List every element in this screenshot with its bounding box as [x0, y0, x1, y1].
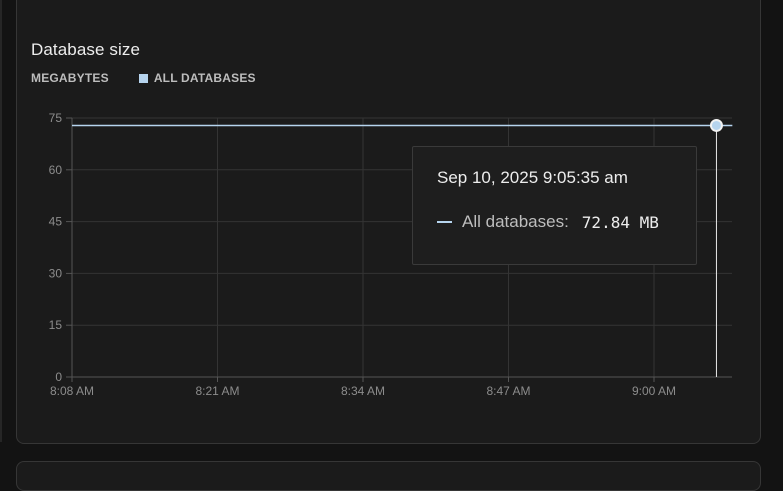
y-tick-label: 60	[49, 163, 63, 177]
tooltip-series-label: All databases:	[462, 212, 569, 231]
y-tick-label: 0	[55, 370, 62, 384]
x-tick-label: 8:21 AM	[195, 384, 239, 398]
tooltip-value: 72.84 MB	[581, 212, 659, 232]
x-tick-label: 8:34 AM	[341, 384, 385, 398]
hover-point	[709, 118, 723, 132]
tooltip-timestamp: Sep 10, 2025 9:05:35 am	[437, 168, 628, 187]
y-tick-label: 45	[49, 215, 63, 229]
x-tick-label: 8:47 AM	[486, 384, 530, 398]
x-tick-label: 9:00 AM	[632, 384, 676, 398]
y-tick-label: 15	[49, 318, 63, 332]
x-tick-label: 8:08 AM	[50, 384, 94, 398]
chart-tooltip: Sep 10, 2025 9:05:35 am All databases: 7…	[412, 146, 697, 265]
tooltip-row: All databases: 72.84 MB	[437, 212, 659, 232]
tooltip-series-dash	[437, 221, 452, 223]
y-tick-label: 75	[49, 111, 63, 125]
next-card-edge	[16, 461, 761, 491]
y-tick-label: 30	[49, 266, 63, 280]
